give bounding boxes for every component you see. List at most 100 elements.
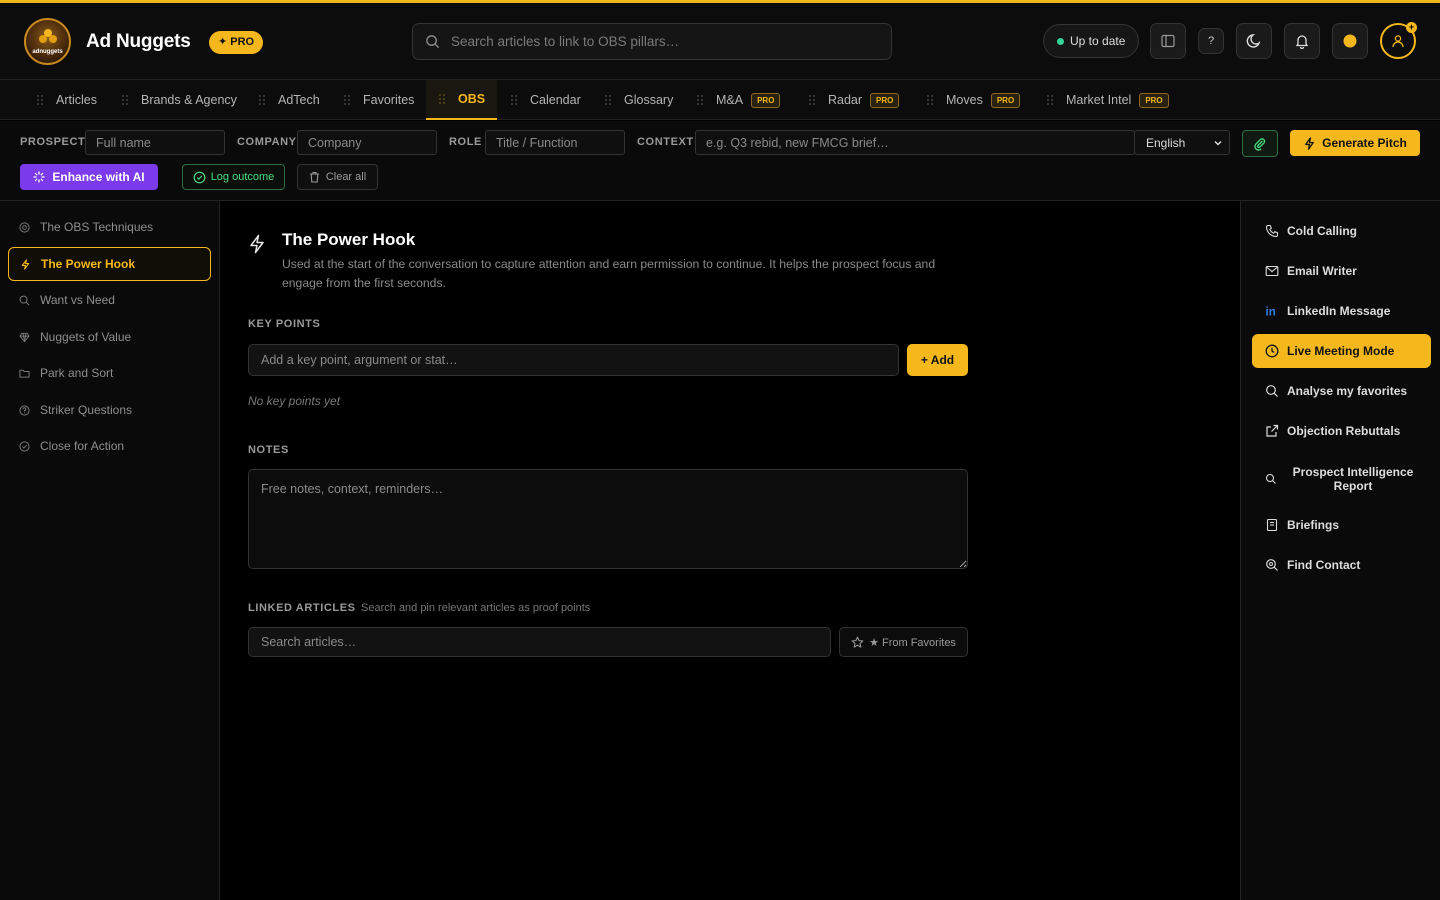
global-search[interactable] <box>412 23 892 60</box>
sidebar-item-close-for-action[interactable]: Close for Action <box>8 429 211 463</box>
prospect-name-input[interactable] <box>85 130 225 155</box>
tab-brands-agency[interactable]: Brands & Agency <box>121 80 237 120</box>
drag-handle-icon[interactable] <box>258 94 266 106</box>
sidebar-item-label: The Power Hook <box>41 257 136 271</box>
tool-label: Email Writer <box>1287 264 1357 278</box>
drag-handle-icon[interactable] <box>343 94 351 106</box>
tool-cold-calling[interactable]: Cold Calling <box>1252 214 1431 248</box>
search-icon <box>19 295 30 305</box>
help-button[interactable]: ? <box>1198 28 1224 54</box>
tool-objection-rebuttals[interactable]: Objection Rebuttals <box>1252 414 1431 448</box>
add-key-point-button[interactable]: + Add <box>907 344 968 376</box>
theme-toggle-button[interactable] <box>1236 23 1272 59</box>
tab-glossary[interactable]: Glossary <box>604 80 673 120</box>
coin-icon <box>1343 34 1357 48</box>
language-select[interactable]: English <box>1134 130 1230 155</box>
tab-adtech[interactable]: AdTech <box>258 80 320 120</box>
notifications-button[interactable] <box>1284 23 1320 59</box>
enhance-ai-button[interactable]: Enhance with AI <box>20 164 158 190</box>
role-label: ROLE <box>449 136 482 148</box>
drag-handle-icon[interactable] <box>36 94 44 106</box>
tool-label: Briefings <box>1287 518 1340 532</box>
drag-handle-icon[interactable] <box>604 94 612 106</box>
moon-icon <box>1246 34 1261 48</box>
sidebar-item-nuggets-of-value[interactable]: Nuggets of Value <box>8 320 211 354</box>
main-nav: Articles Brands & Agency AdTech Favorite… <box>0 80 1440 120</box>
tool-label: Objection Rebuttals <box>1287 424 1401 438</box>
drag-handle-icon[interactable] <box>121 94 129 106</box>
pro-badge: PRO <box>990 92 1021 108</box>
tool-linkedin-message[interactable]: in LinkedIn Message <box>1252 294 1431 328</box>
sidebar-item-label: Nuggets of Value <box>40 330 132 344</box>
global-search-input[interactable] <box>451 34 871 49</box>
linkedin-icon: in <box>1266 307 1276 319</box>
key-points-heading: KEY POINTS <box>248 318 321 330</box>
sidebar-item-park-and-sort[interactable]: Park and Sort <box>8 356 211 390</box>
tool-analyse-favorites[interactable]: Analyse my favorites <box>1252 374 1431 408</box>
app-logo[interactable]: adnuggets <box>24 18 71 65</box>
company-label: COMPANY <box>237 136 297 148</box>
role-input[interactable] <box>485 130 625 155</box>
tab-radar[interactable]: Radar PRO <box>808 80 900 120</box>
technique-detail: The Power Hook Used at the start of the … <box>220 201 1240 900</box>
drag-handle-icon[interactable] <box>510 94 518 106</box>
sync-status[interactable]: Up to date <box>1043 24 1140 58</box>
coins-button[interactable] <box>1332 23 1368 59</box>
search-icon <box>1266 559 1278 571</box>
clear-all-button[interactable]: Clear all <box>297 164 378 190</box>
app-header: adnuggets Ad Nuggets ✦ PRO Up to date ? <box>0 3 1440 80</box>
sidebar-toggle-button[interactable] <box>1150 23 1186 59</box>
svg-text:in: in <box>1266 307 1276 319</box>
tab-obs[interactable]: OBS <box>426 80 498 120</box>
book-icon <box>1266 518 1278 532</box>
user-icon <box>1392 35 1404 48</box>
generate-pitch-button[interactable]: Generate Pitch <box>1290 130 1420 156</box>
log-outcome-button[interactable]: Log outcome <box>182 164 285 190</box>
from-favorites-button[interactable]: ★ From Favorites <box>839 627 968 657</box>
drag-handle-icon[interactable] <box>926 94 934 106</box>
tab-calendar[interactable]: Calendar <box>510 80 581 120</box>
user-avatar-button[interactable]: + <box>1380 22 1417 59</box>
external-link-icon <box>1266 424 1279 437</box>
drag-handle-icon[interactable] <box>1046 94 1054 106</box>
key-point-input[interactable] <box>248 344 899 376</box>
drag-handle-icon[interactable] <box>438 93 446 105</box>
tool-briefings[interactable]: Briefings <box>1252 508 1431 542</box>
context-input[interactable] <box>695 130 1135 155</box>
tab-articles[interactable]: Articles <box>36 80 97 120</box>
drag-handle-icon[interactable] <box>696 94 704 106</box>
sidebar-item-label: Want vs Need <box>40 293 115 307</box>
app-title: Ad Nuggets <box>86 31 191 52</box>
obs-techniques-sidebar: The OBS Techniques The Power Hook Want v… <box>0 201 220 900</box>
linked-articles-search-input[interactable] <box>248 627 831 657</box>
tool-email-writer[interactable]: Email Writer <box>1252 254 1431 288</box>
company-input[interactable] <box>297 130 437 155</box>
pro-badge: PRO <box>751 92 781 108</box>
tab-favorites[interactable]: Favorites <box>343 80 414 120</box>
clear-all-label: Clear all <box>325 171 367 183</box>
language-value: English <box>1146 135 1186 150</box>
sidebar-item-obs-techniques[interactable]: The OBS Techniques <box>8 210 211 244</box>
drag-handle-icon[interactable] <box>808 94 816 106</box>
notes-textarea[interactable] <box>248 469 968 569</box>
sidebar-item-striker-questions[interactable]: Striker Questions <box>8 393 211 427</box>
from-favorites-label: ★ From Favorites <box>869 636 956 649</box>
prospect-label: PROSPECT <box>20 136 86 148</box>
tab-label: Calendar <box>530 93 581 107</box>
tab-m-and-a[interactable]: M&A PRO <box>696 80 781 120</box>
linked-articles-hint: Search and pin relevant articles as proo… <box>361 602 591 614</box>
pro-badge: PRO <box>870 92 900 108</box>
attach-button[interactable] <box>1242 130 1278 157</box>
sidebar-item-label: Park and Sort <box>40 366 114 380</box>
tab-moves[interactable]: Moves PRO <box>926 80 1021 120</box>
tab-market-intel[interactable]: Market Intel PRO <box>1046 80 1169 120</box>
tool-live-meeting-mode[interactable]: Live Meeting Mode <box>1252 334 1431 368</box>
sidebar-item-power-hook[interactable]: The Power Hook <box>8 247 211 281</box>
search-icon <box>1266 385 1278 397</box>
tool-find-contact[interactable]: Find Contact <box>1252 548 1431 582</box>
sidebar-item-want-vs-need[interactable]: Want vs Need <box>8 283 211 317</box>
tab-label: Moves <box>946 93 983 107</box>
tab-label: Market Intel <box>1066 93 1132 107</box>
tool-prospect-intelligence-report[interactable]: Prospect Intelligence Report <box>1252 457 1431 501</box>
sidebar-item-label: Close for Action <box>40 439 125 453</box>
